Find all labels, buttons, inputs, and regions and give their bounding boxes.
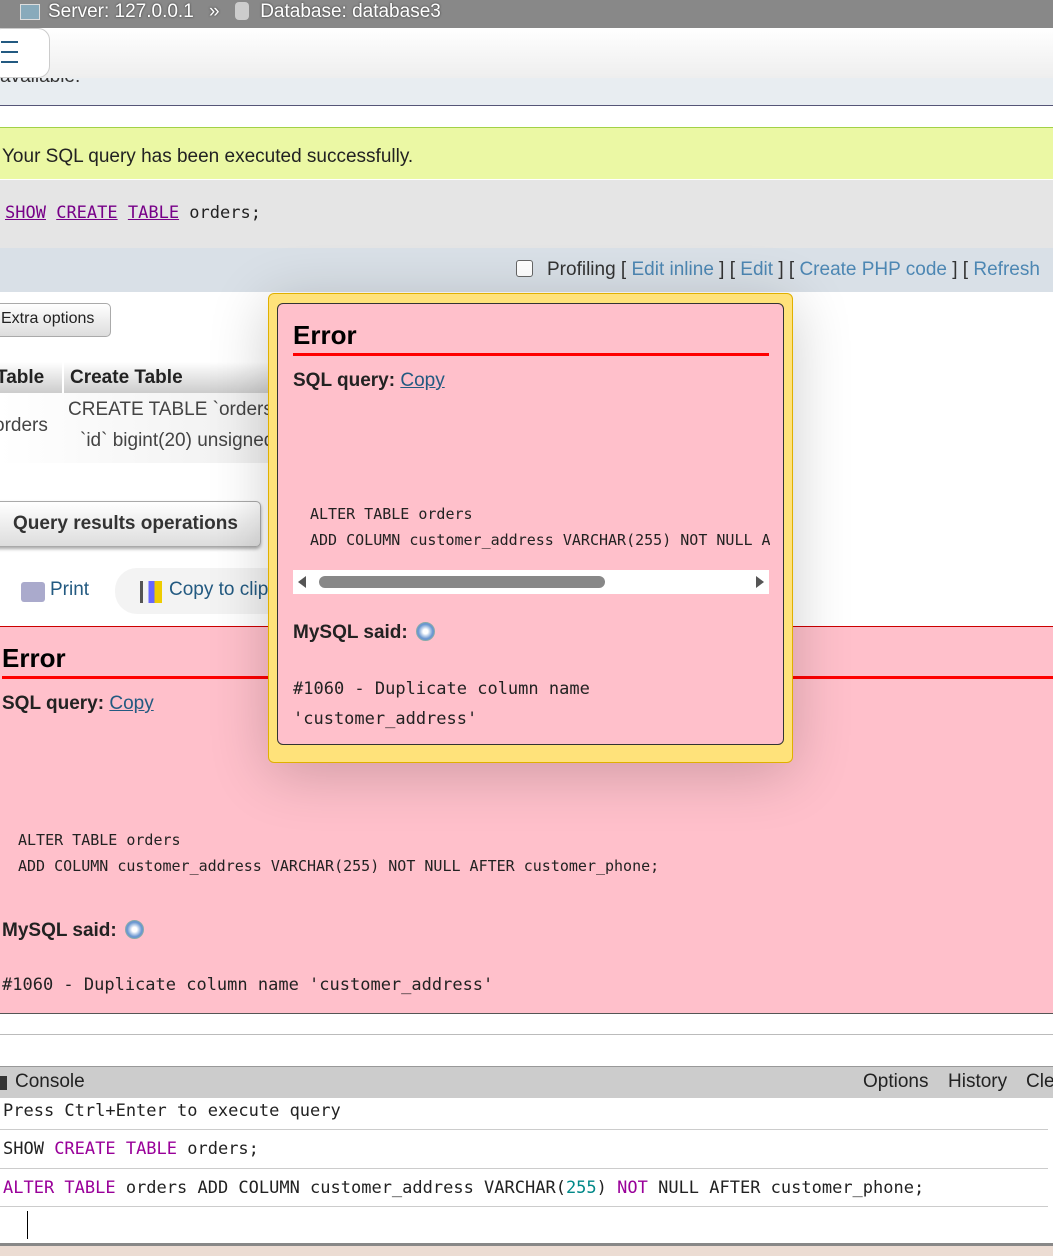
mysql-said-label: MySQL said: — [2, 920, 117, 941]
console-history-link[interactable]: History — [948, 1071, 1007, 1093]
query-results-operations-tab[interactable]: Query results operations — [0, 501, 261, 547]
cell-create-table: CREATE TABLE `orders` — [68, 399, 280, 420]
profiling-checkbox[interactable] — [516, 260, 533, 277]
extra-options-button[interactable]: Extra options — [0, 303, 111, 337]
sql-keyword-link[interactable]: SHOW — [5, 203, 46, 223]
results-operations: Print Copy to clipboard — [0, 560, 315, 620]
popup-query-line: ALTER TABLE orders — [310, 505, 473, 523]
help-icon[interactable] — [415, 622, 435, 641]
console-input[interactable] — [0, 1207, 1048, 1243]
table-row: orders CREATE TABLE `orders` `id` bigint… — [0, 393, 300, 463]
popup-error-title: Error — [293, 320, 769, 356]
error-popup: Error SQL query: Copy ALTER TABLE orders… — [268, 293, 793, 763]
sql-keyword-link[interactable]: TABLE — [128, 203, 179, 223]
error-query-line: ALTER TABLE orders — [18, 831, 181, 849]
sql-query-display: SHOW CREATE TABLE orders; — [0, 180, 1053, 248]
sql-text: orders; — [179, 203, 261, 223]
console-history-item[interactable]: SHOW CREATE TABLE orders; — [0, 1130, 1048, 1169]
create-php-code-link[interactable]: Create PHP code — [799, 259, 947, 280]
divider — [0, 1034, 1053, 1066]
database-icon — [234, 2, 249, 20]
error-query-line: ADD COLUMN customer_address VARCHAR(255)… — [18, 857, 660, 875]
popup-error-message: #1060 - Duplicate column name — [293, 679, 590, 699]
scroll-thumb[interactable] — [319, 576, 605, 588]
available-text: available: — [0, 78, 80, 88]
query-actions-bar: Profiling [ Edit inline ] [ Edit ] [ Cre… — [0, 248, 1053, 292]
console-options-link[interactable]: Options — [863, 1071, 928, 1093]
breadcrumb-separator: » — [209, 1, 220, 22]
refresh-link[interactable]: Refresh — [973, 259, 1040, 280]
edit-link[interactable]: Edit — [740, 259, 773, 280]
console-toggle[interactable]: Console — [15, 1071, 85, 1092]
help-icon[interactable] — [124, 920, 144, 939]
nav-row — [0, 28, 1053, 78]
popup-error-message-cont: 'customer_address' — [293, 709, 478, 729]
edit-inline-link[interactable]: Edit inline — [632, 259, 714, 280]
column-header-create-table[interactable]: Create Table — [62, 362, 189, 393]
cell-table-name: orders — [0, 415, 48, 436]
menu-button[interactable] — [0, 28, 50, 78]
copy-to-clipboard-link[interactable]: Copy to clipboard — [169, 579, 269, 601]
console-icon — [0, 1076, 7, 1090]
print-link[interactable]: Print — [50, 579, 89, 601]
popup-sql-query-label: SQL query: — [293, 370, 396, 391]
results-table-header: Table Create Table — [0, 362, 300, 393]
sql-query-label: SQL query: — [2, 693, 105, 714]
scroll-right-icon[interactable] — [756, 576, 764, 588]
copy-icon — [140, 581, 162, 603]
breadcrumb-server[interactable]: Server: 127.0.0.1 — [48, 1, 194, 22]
popup-query-line: ADD COLUMN customer_address VARCHAR(255)… — [310, 531, 770, 549]
console-clear-link[interactable]: Clear — [1026, 1071, 1053, 1093]
breadcrumb-database[interactable]: Database: database3 — [260, 1, 441, 22]
console-hint: Press Ctrl+Enter to execute query — [0, 1098, 1048, 1130]
console-history-item[interactable]: ALTER TABLE orders ADD COLUMN customer_a… — [0, 1169, 1048, 1207]
column-header-table[interactable]: Table — [0, 367, 44, 389]
success-message: Your SQL query has been executed success… — [0, 127, 1053, 179]
breadcrumb: Server: 127.0.0.1 » Database: database3 — [0, 0, 1053, 28]
sql-keyword-link[interactable]: CREATE — [56, 203, 117, 223]
info-row: available: — [0, 78, 1053, 106]
error-message: #1060 - Duplicate column name 'customer_… — [2, 975, 494, 995]
popup-copy-link[interactable]: Copy — [400, 370, 444, 391]
print-icon — [21, 582, 45, 602]
copy-link[interactable]: Copy — [109, 693, 153, 714]
server-icon — [20, 4, 40, 20]
popup-mysql-said-label: MySQL said: — [293, 622, 408, 643]
taskbar — [0, 1243, 1053, 1256]
horizontal-scrollbar[interactable] — [293, 570, 769, 594]
profiling-label: Profiling — [547, 259, 616, 280]
console-bar[interactable]: Console Options History Clear — [0, 1066, 1053, 1098]
scroll-left-icon[interactable] — [298, 576, 306, 588]
cell-create-table-line2: `id` bigint(20) unsigned — [80, 430, 275, 451]
